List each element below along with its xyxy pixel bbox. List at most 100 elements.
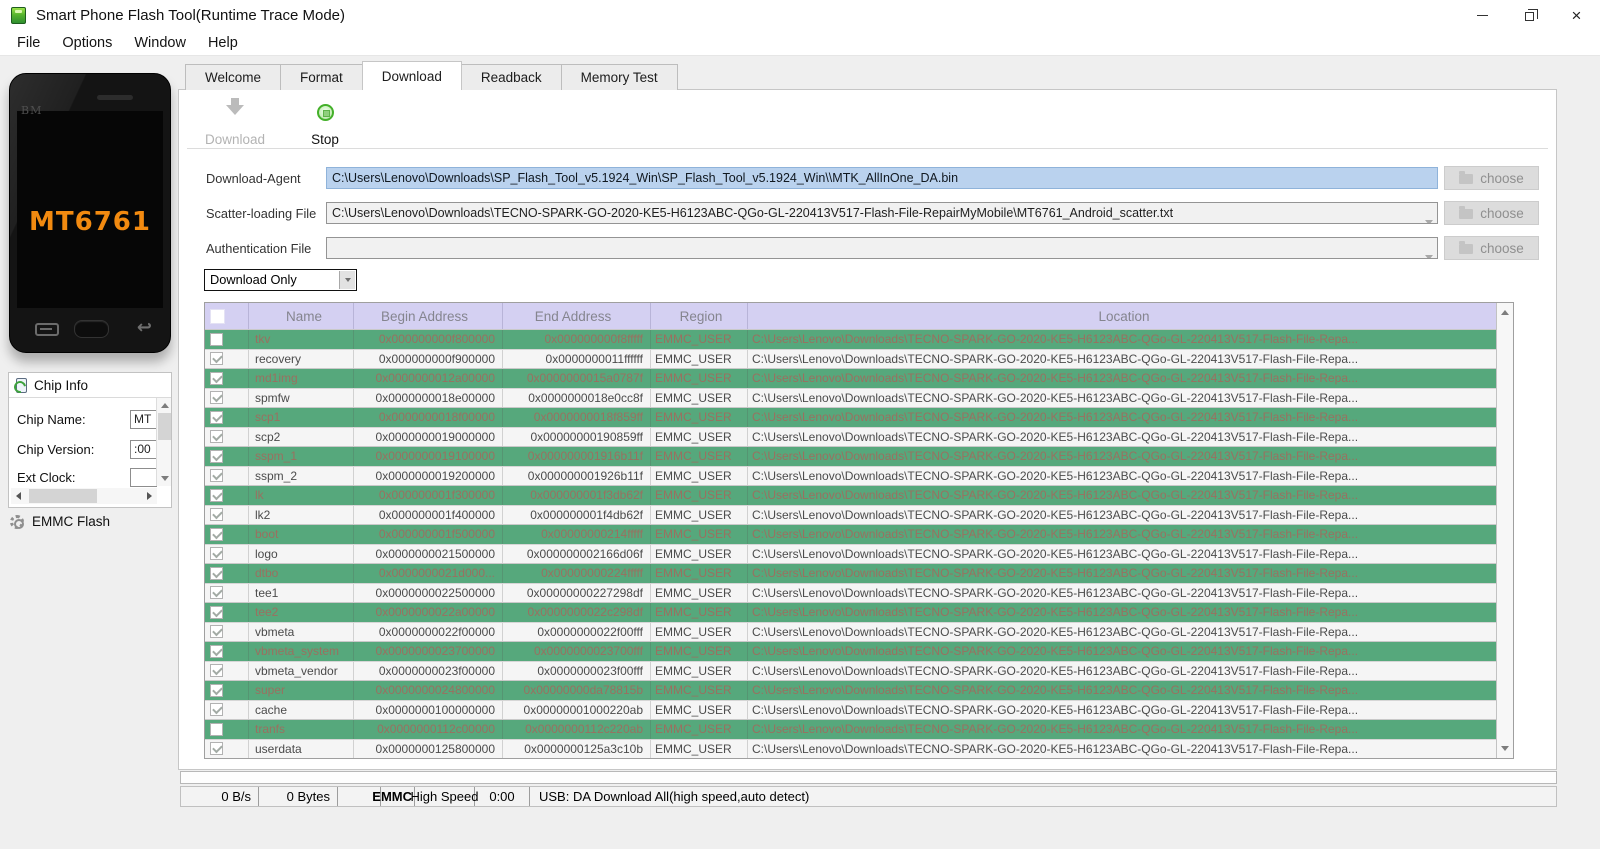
partition-row-lk2[interactable]: lk2 0x000000001f400000 0x000000001f4db62… bbox=[205, 505, 1496, 525]
partition-row-lk[interactable]: lk 0x000000001f300000 0x000000001f3db62f… bbox=[205, 485, 1496, 505]
status-speed-mode: High Speed bbox=[415, 787, 475, 806]
row-checkbox[interactable] bbox=[210, 469, 223, 482]
row-checkbox[interactable] bbox=[210, 586, 223, 599]
menu-options[interactable]: Options bbox=[51, 35, 123, 51]
partition-row-vbmeta_system[interactable]: vbmeta_system 0x0000000023700000 0x00000… bbox=[205, 641, 1496, 661]
cell-location: C:\Users\Lenovo\Downloads\TECNO-SPARK-GO… bbox=[748, 681, 1496, 700]
row-checkbox[interactable] bbox=[210, 742, 223, 755]
chip-info-panel: Chip Info Chip Name: MT Chip Version: :0… bbox=[8, 372, 172, 508]
chevron-down-icon[interactable] bbox=[1425, 246, 1433, 259]
scatter-file-choose-button[interactable]: choose bbox=[1444, 201, 1539, 225]
partition-row-sspm_2[interactable]: sspm_2 0x0000000019200000 0x000000001926… bbox=[205, 466, 1496, 486]
row-checkbox[interactable] bbox=[210, 547, 223, 560]
hscroll-thumb[interactable] bbox=[29, 489, 97, 503]
partition-row-cache[interactable]: cache 0x0000000100000000 0x0000000100022… bbox=[205, 700, 1496, 720]
scatter-file-input[interactable]: C:\Users\Lenovo\Downloads\TECNO-SPARK-GO… bbox=[326, 202, 1438, 224]
row-checkbox[interactable] bbox=[210, 606, 223, 619]
row-checkbox[interactable] bbox=[210, 508, 223, 521]
select-all-checkbox[interactable] bbox=[210, 309, 225, 324]
minimize-button[interactable] bbox=[1459, 0, 1506, 30]
menu-help[interactable]: Help bbox=[197, 35, 249, 51]
row-checkbox[interactable] bbox=[210, 645, 223, 658]
partition-row-tranfs[interactable]: tranfs 0x0000000112c00000 0x0000000112c2… bbox=[205, 719, 1496, 739]
scroll-down-icon[interactable] bbox=[1497, 741, 1513, 756]
menu-window[interactable]: Window bbox=[123, 35, 197, 51]
row-checkbox[interactable] bbox=[210, 391, 223, 404]
partition-row-tkv[interactable]: tkv 0x000000000f800000 0x000000000f8ffff… bbox=[205, 329, 1496, 349]
row-checkbox[interactable] bbox=[210, 333, 223, 346]
row-checkbox[interactable] bbox=[210, 703, 223, 716]
scroll-right-icon[interactable] bbox=[142, 488, 157, 503]
row-checkbox[interactable] bbox=[210, 352, 223, 365]
auth-file-label: Authentication File bbox=[206, 241, 324, 256]
table-vscrollbar[interactable] bbox=[1496, 303, 1513, 758]
partition-row-vbmeta_vendor[interactable]: vbmeta_vendor 0x0000000023f00000 0x00000… bbox=[205, 661, 1496, 681]
scroll-down-icon[interactable] bbox=[157, 471, 171, 486]
cell-location: C:\Users\Lenovo\Downloads\TECNO-SPARK-GO… bbox=[748, 486, 1496, 505]
tab-download[interactable]: Download bbox=[362, 61, 462, 90]
row-checkbox[interactable] bbox=[210, 528, 223, 541]
tab-format[interactable]: Format bbox=[280, 64, 363, 90]
partition-row-tee2[interactable]: tee2 0x0000000022a00000 0x0000000022c298… bbox=[205, 602, 1496, 622]
row-checkbox[interactable] bbox=[210, 723, 223, 736]
partition-row-sspm_1[interactable]: sspm_1 0x0000000019100000 0x000000001916… bbox=[205, 446, 1496, 466]
partition-row-logo[interactable]: logo 0x0000000021500000 0x000000002166d0… bbox=[205, 544, 1496, 564]
chevron-down-icon[interactable] bbox=[339, 271, 355, 289]
row-checkbox[interactable] bbox=[210, 411, 223, 424]
row-checkbox[interactable] bbox=[210, 664, 223, 677]
scroll-left-icon[interactable] bbox=[11, 488, 26, 503]
emmc-flash-section[interactable]: EMMC Flash bbox=[10, 514, 110, 529]
download-agent-input[interactable]: C:\Users\Lenovo\Downloads\SP_Flash_Tool_… bbox=[326, 167, 1438, 189]
cell-region: EMMC_USER bbox=[651, 720, 748, 739]
row-checkbox[interactable] bbox=[210, 625, 223, 638]
cell-region: EMMC_USER bbox=[651, 369, 748, 388]
download-button[interactable]: Download bbox=[196, 100, 274, 150]
close-button[interactable]: × bbox=[1553, 0, 1600, 30]
row-checkbox[interactable] bbox=[210, 567, 223, 580]
partition-row-scp1[interactable]: scp1 0x0000000018f00000 0x0000000018f859… bbox=[205, 407, 1496, 427]
chip-info-header[interactable]: Chip Info bbox=[9, 373, 171, 398]
stop-button[interactable]: Stop bbox=[286, 100, 364, 150]
cell-end: 0x0000000125a3c10b bbox=[503, 740, 651, 759]
tab-readback[interactable]: Readback bbox=[461, 64, 562, 90]
cell-name: scp2 bbox=[249, 428, 354, 447]
row-checkbox[interactable] bbox=[210, 430, 223, 443]
tab-memory-test[interactable]: Memory Test bbox=[561, 64, 678, 90]
partition-row-spmfw[interactable]: spmfw 0x0000000018e00000 0x0000000018e0c… bbox=[205, 388, 1496, 408]
vscroll-thumb[interactable] bbox=[158, 413, 171, 440]
partition-row-md1img[interactable]: md1img 0x0000000012a00000 0x0000000015a0… bbox=[205, 368, 1496, 388]
partition-row-dtbo[interactable]: dtbo 0x0000000021d000... 0x00000000224ff… bbox=[205, 563, 1496, 583]
partition-row-tee1[interactable]: tee1 0x0000000022500000 0x00000000227298… bbox=[205, 583, 1496, 603]
partition-row-super[interactable]: super 0x0000000024800000 0x00000000da788… bbox=[205, 680, 1496, 700]
chip-info-body: Chip Name: MT Chip Version: :00 Ext Cloc… bbox=[9, 398, 171, 507]
cell-end: 0x00000001000220ab bbox=[503, 701, 651, 720]
row-checkbox[interactable] bbox=[210, 372, 223, 385]
cell-name: cache bbox=[249, 701, 354, 720]
auth-file-choose-button[interactable]: choose bbox=[1444, 236, 1539, 260]
download-mode-select[interactable]: Download Only bbox=[204, 269, 357, 291]
cell-location: C:\Users\Lenovo\Downloads\TECNO-SPARK-GO… bbox=[748, 642, 1496, 661]
restore-button[interactable] bbox=[1506, 0, 1553, 30]
partition-row-vbmeta[interactable]: vbmeta 0x0000000022f00000 0x0000000022f0… bbox=[205, 622, 1496, 642]
sp-flash-tool-window: { "window": { "title": "Smart Phone Flas… bbox=[0, 0, 1600, 849]
chip-version-value[interactable]: :00 bbox=[130, 440, 157, 459]
scroll-up-icon[interactable] bbox=[1497, 305, 1513, 320]
auth-file-input[interactable] bbox=[326, 237, 1438, 259]
scroll-up-icon[interactable] bbox=[157, 398, 171, 413]
cell-end: 0x00000000190859ff bbox=[503, 428, 651, 447]
tab-welcome[interactable]: Welcome bbox=[185, 64, 281, 90]
download-agent-choose-button[interactable]: choose bbox=[1444, 166, 1539, 190]
partition-row-scp2[interactable]: scp2 0x0000000019000000 0x00000000190859… bbox=[205, 427, 1496, 447]
chip-info-hscrollbar[interactable] bbox=[11, 488, 157, 504]
chip-name-value[interactable]: MT bbox=[130, 410, 157, 429]
row-checkbox[interactable] bbox=[210, 450, 223, 463]
menu-file[interactable]: File bbox=[6, 35, 51, 51]
partition-row-boot[interactable]: boot 0x000000001f500000 0x00000000214fff… bbox=[205, 524, 1496, 544]
row-checkbox[interactable] bbox=[210, 684, 223, 697]
chevron-down-icon[interactable] bbox=[1425, 211, 1433, 224]
row-checkbox[interactable] bbox=[210, 489, 223, 502]
partition-row-userdata[interactable]: userdata 0x0000000125800000 0x0000000125… bbox=[205, 739, 1496, 759]
partition-row-recovery[interactable]: recovery 0x000000000f900000 0x0000000011… bbox=[205, 349, 1496, 369]
chip-info-vscrollbar[interactable] bbox=[156, 398, 171, 486]
ext-clock-value[interactable] bbox=[130, 468, 157, 487]
